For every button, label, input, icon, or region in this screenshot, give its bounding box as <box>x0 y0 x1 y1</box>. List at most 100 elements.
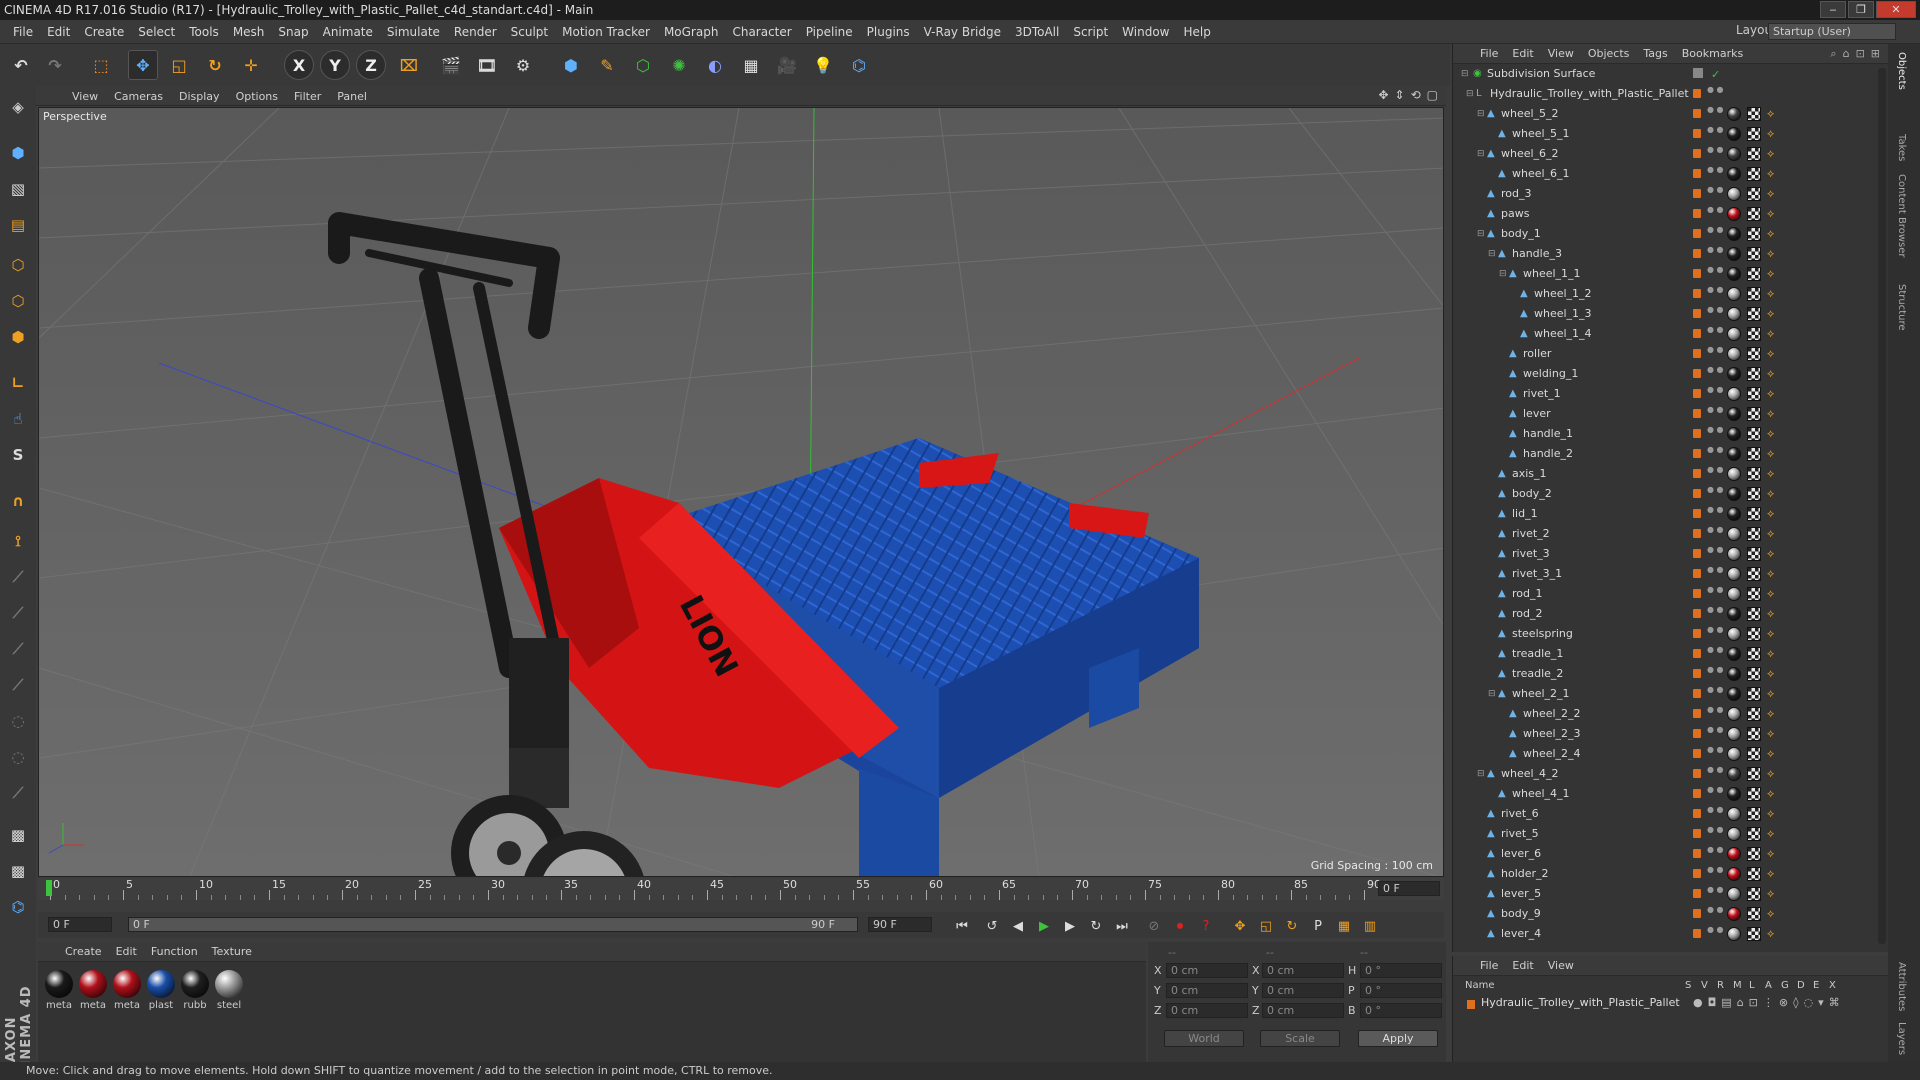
phong-tag-icon[interactable]: ⟡ <box>1767 547 1781 561</box>
phong-tag-icon[interactable]: ⟡ <box>1767 567 1781 581</box>
phong-tag-icon[interactable]: ⟡ <box>1767 507 1781 521</box>
material-swatch[interactable]: plast <box>146 970 176 1011</box>
perspective-viewport[interactable]: LION Perspective Grid Spacing: 100 cm <box>38 107 1444 877</box>
visibility-dots-icon[interactable]: ● ● <box>1707 586 1724 594</box>
pan-view-icon[interactable]: ✥ <box>1378 88 1388 102</box>
object-row[interactable]: ▲ welding_1 ● ● ⟡ <box>1453 364 1883 384</box>
visibility-dots-icon[interactable]: ● ● <box>1707 166 1724 174</box>
key-position-icon[interactable]: ✥ <box>1228 915 1252 937</box>
visibility-dots-icon[interactable]: ● ● <box>1707 566 1724 574</box>
layer-column-a[interactable]: A <box>1765 980 1772 991</box>
material-tag-icon[interactable] <box>1727 467 1741 481</box>
model-mode-icon[interactable]: ⬢ <box>3 138 33 168</box>
go-to-start-icon[interactable]: ⏮ <box>950 915 974 937</box>
material-swatch[interactable]: steel <box>214 970 244 1011</box>
minimize-button[interactable]: ‒ <box>1820 1 1846 18</box>
phong-tag-icon[interactable]: ⟡ <box>1767 407 1781 421</box>
phong-tag-icon[interactable]: ⟡ <box>1767 747 1781 761</box>
record-icon[interactable]: ⏺ <box>1168 915 1192 937</box>
uvw-tag-icon[interactable] <box>1747 787 1761 801</box>
uvw-tag-icon[interactable] <box>1747 567 1761 581</box>
uvw-tag-icon[interactable] <box>1747 607 1761 621</box>
object-menu-tags[interactable]: Tags <box>1636 47 1674 60</box>
material-menu-create[interactable]: Create <box>58 945 109 958</box>
object-row[interactable]: ▲ lever_4 ● ● ⟡ <box>1453 924 1883 944</box>
menu-create[interactable]: Create <box>77 25 131 39</box>
phong-tag-icon[interactable]: ⟡ <box>1767 707 1781 721</box>
array-generator-icon[interactable]: ✺ <box>664 50 694 80</box>
close-button[interactable]: ✕ <box>1876 1 1916 18</box>
visibility-dots-icon[interactable]: ● ● <box>1707 126 1724 134</box>
phong-tag-icon[interactable]: ⟡ <box>1767 627 1781 641</box>
floor-icon[interactable]: ▦ <box>736 50 766 80</box>
phong-tag-icon[interactable]: ⟡ <box>1767 727 1781 741</box>
position-z-field[interactable]: 0 cm <box>1166 1003 1248 1018</box>
menu-pipeline[interactable]: Pipeline <box>799 25 860 39</box>
object-row[interactable]: ▲ wheel_1_3 ● ● ⟡ <box>1453 304 1883 324</box>
material-tag-icon[interactable] <box>1727 507 1741 521</box>
menu-help[interactable]: Help <box>1176 25 1217 39</box>
sculpt-grid-icon[interactable]: ▩ <box>3 856 33 886</box>
uvw-tag-icon[interactable] <box>1747 767 1761 781</box>
uvw-tag-icon[interactable] <box>1747 827 1761 841</box>
visibility-dots-icon[interactable]: ● ● <box>1707 746 1724 754</box>
uvw-tag-icon[interactable] <box>1747 747 1761 761</box>
uvw-tag-icon[interactable] <box>1747 307 1761 321</box>
layer-column-d[interactable]: D <box>1797 980 1805 991</box>
object-row[interactable]: ▲ lever_6 ● ● ⟡ <box>1453 844 1883 864</box>
attribute-menu-view[interactable]: View <box>1541 959 1581 972</box>
material-tag-icon[interactable] <box>1727 827 1741 841</box>
object-row[interactable]: ⊟ L Hydraulic_Trolley_with_Plastic_Pallet ●… <box>1453 84 1883 104</box>
phong-tag-icon[interactable]: ⟡ <box>1767 227 1781 241</box>
object-row[interactable]: ▲ rod_2 ● ● ⟡ <box>1453 604 1883 624</box>
scale-tool-icon[interactable]: ◱ <box>164 50 194 80</box>
visibility-dots-icon[interactable]: ● ● <box>1707 286 1724 294</box>
material-tag-icon[interactable] <box>1727 887 1741 901</box>
uvw-tag-icon[interactable] <box>1747 627 1761 641</box>
uvw-tag-icon[interactable] <box>1747 147 1761 161</box>
material-tag-icon[interactable] <box>1727 287 1741 301</box>
uvw-tag-icon[interactable] <box>1747 427 1761 441</box>
object-row[interactable]: ▲ treadle_1 ● ● ⟡ <box>1453 644 1883 664</box>
phong-tag-icon[interactable]: ⟡ <box>1767 787 1781 801</box>
light-icon[interactable]: 💡 <box>808 50 838 80</box>
frame-range-slider[interactable]: 0 F 90 F <box>128 917 858 932</box>
lasso-icon[interactable]: ◌ <box>3 742 33 772</box>
transform-tool-icon[interactable]: ✛ <box>236 50 266 80</box>
visibility-dots-icon[interactable]: ● ● <box>1707 786 1724 794</box>
object-row[interactable]: ▲ wheel_2_2 ● ● ⟡ <box>1453 704 1883 724</box>
object-row[interactable]: ▲ wheel_1_4 ● ● ⟡ <box>1453 324 1883 344</box>
uvw-tag-icon[interactable] <box>1747 247 1761 261</box>
menu-3dtoall[interactable]: 3DToAll <box>1008 25 1066 39</box>
menu-file[interactable]: File <box>6 25 40 39</box>
scale-dropdown[interactable]: Scale <box>1260 1030 1340 1047</box>
visibility-dots-icon[interactable]: ● ● <box>1707 906 1724 914</box>
material-tag-icon[interactable] <box>1727 767 1741 781</box>
material-tag-icon[interactable] <box>1727 867 1741 881</box>
menu-script[interactable]: Script <box>1066 25 1115 39</box>
menu-mograph[interactable]: MoGraph <box>657 25 726 39</box>
home-icon[interactable]: ⌂ <box>1843 47 1850 61</box>
visibility-dots-icon[interactable]: ● ● <box>1707 626 1724 634</box>
object-menu-view[interactable]: View <box>1541 47 1581 60</box>
uvw-tag-icon[interactable] <box>1747 727 1761 741</box>
material-tag-icon[interactable] <box>1727 927 1741 941</box>
rotate-tool-icon[interactable]: ↻ <box>200 50 230 80</box>
menu-plugins[interactable]: Plugins <box>860 25 917 39</box>
rotation-p-field[interactable]: 0 ° <box>1360 983 1442 998</box>
object-row[interactable]: ▲ rod_3 ● ● ⟡ <box>1453 184 1883 204</box>
visibility-dots-icon[interactable]: ● ● <box>1707 386 1724 394</box>
uvw-tag-icon[interactable] <box>1747 127 1761 141</box>
phong-tag-icon[interactable]: ⟡ <box>1767 147 1781 161</box>
maximize-button[interactable]: ❐ <box>1848 1 1874 18</box>
visibility-dots-icon[interactable]: ● ● <box>1707 86 1724 94</box>
menu-v-ray-bridge[interactable]: V-Ray Bridge <box>917 25 1008 39</box>
phong-tag-icon[interactable]: ⟡ <box>1767 447 1781 461</box>
uvw-tag-icon[interactable] <box>1747 267 1761 281</box>
object-row[interactable]: ▲ wheel_5_1 ● ● ⟡ <box>1453 124 1883 144</box>
object-row[interactable]: ▲ rivet_3 ● ● ⟡ <box>1453 544 1883 564</box>
visibility-dots-icon[interactable]: ● ● <box>1707 886 1724 894</box>
uvw-tag-icon[interactable] <box>1747 327 1761 341</box>
uvw-tag-icon[interactable] <box>1747 867 1761 881</box>
phong-tag-icon[interactable]: ⟡ <box>1767 587 1781 601</box>
